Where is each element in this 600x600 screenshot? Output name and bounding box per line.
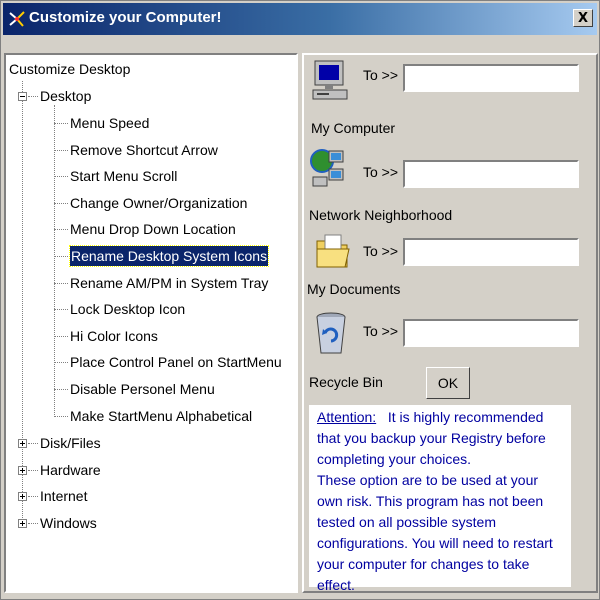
tree-guide-line <box>22 81 23 526</box>
tree-guide-line <box>54 309 68 311</box>
attention-notice: Attention: It is highly recommended that… <box>309 405 571 593</box>
network-neighborhood-icon <box>310 149 344 187</box>
ok-button[interactable]: OK <box>426 367 470 399</box>
tree-item[interactable]: Rename Desktop System Icons <box>68 245 270 267</box>
tree-guide-line <box>54 282 68 284</box>
tree-item[interactable]: Remove Shortcut Arrow <box>70 140 218 160</box>
tree-item[interactable]: Change Owner/Organization <box>70 193 247 213</box>
window-title: Customize your Computer! <box>29 9 222 26</box>
options-tree[interactable]: Customize Desktop Desktop Menu Speed Remo… <box>4 53 298 593</box>
tree-node[interactable]: Windows <box>40 513 97 533</box>
attention-text: These option are to be used at your own … <box>317 472 553 593</box>
my-documents-rename-input[interactable] <box>403 238 579 266</box>
tree-node[interactable]: Internet <box>40 486 87 506</box>
tree-guide-line <box>54 389 68 390</box>
tree-item[interactable]: Rename AM/PM in System Tray <box>70 273 268 293</box>
tree-item[interactable]: Hi Color Icons <box>70 326 158 346</box>
tree-item[interactable]: Disable Personel Menu <box>70 379 215 399</box>
my-documents-caption: My Documents <box>307 281 401 297</box>
to-label: To >> <box>363 323 399 339</box>
recycle-bin-icon <box>316 312 346 354</box>
expand-toggle[interactable] <box>18 465 27 475</box>
to-label: To >> <box>363 67 399 83</box>
tree-guide-line <box>54 149 68 151</box>
tree-guide-line <box>28 522 38 524</box>
tree-guide-line <box>54 105 55 417</box>
tree-guide-line <box>54 415 68 417</box>
tree-guide-line <box>28 496 38 498</box>
attention-heading: Attention: <box>317 409 377 425</box>
recycle-bin-rename-input[interactable] <box>403 319 579 347</box>
expand-toggle[interactable] <box>18 492 27 502</box>
expand-toggle[interactable] <box>18 439 27 448</box>
tree-item[interactable]: Make StartMenu Alphabetical <box>70 406 252 426</box>
recycle-bin-caption: Recycle Bin <box>309 374 383 390</box>
network-neighborhood-rename-input[interactable] <box>403 160 579 188</box>
tree-guide-line <box>28 469 38 471</box>
tree-item[interactable]: Menu Drop Down Location <box>70 219 236 239</box>
app-icon <box>9 11 25 27</box>
tree-guide-line <box>54 335 68 337</box>
my-computer-rename-input[interactable] <box>403 64 579 92</box>
my-computer-caption: My Computer <box>311 120 396 136</box>
my-computer-icon <box>312 60 348 100</box>
title-bar[interactable]: Customize your Computer! X <box>3 3 597 35</box>
tree-node[interactable]: Disk/Files <box>40 433 101 453</box>
my-documents-icon <box>316 234 350 268</box>
tree-guide-line <box>54 256 68 257</box>
tree-guide-line <box>54 123 68 124</box>
tree-root[interactable]: Customize Desktop <box>9 59 130 79</box>
close-button[interactable]: X <box>573 9 593 27</box>
tree-guide-line <box>54 229 68 231</box>
tree-node[interactable]: Hardware <box>40 460 101 480</box>
tree-guide-line <box>54 176 68 178</box>
tree-guide-line <box>54 362 68 364</box>
to-label: To >> <box>363 243 399 259</box>
customize-window: Customize your Computer! X Customize Des… <box>0 0 600 600</box>
tree-guide-line <box>28 96 38 97</box>
collapse-desktop-toggle[interactable] <box>18 92 27 101</box>
expand-toggle[interactable] <box>18 518 27 528</box>
tree-item[interactable]: Start Menu Scroll <box>70 166 177 186</box>
network-neighborhood-caption: Network Neighborhood <box>309 207 453 223</box>
tree-node-desktop[interactable]: Desktop <box>40 86 91 106</box>
tree-guide-line <box>28 443 38 444</box>
to-label: To >> <box>363 164 399 180</box>
tree-item[interactable]: Lock Desktop Icon <box>70 299 185 319</box>
tree-item[interactable]: Place Control Panel on StartMenu <box>70 352 282 372</box>
tree-guide-line <box>54 202 68 204</box>
tree-item[interactable]: Menu Speed <box>70 113 149 133</box>
